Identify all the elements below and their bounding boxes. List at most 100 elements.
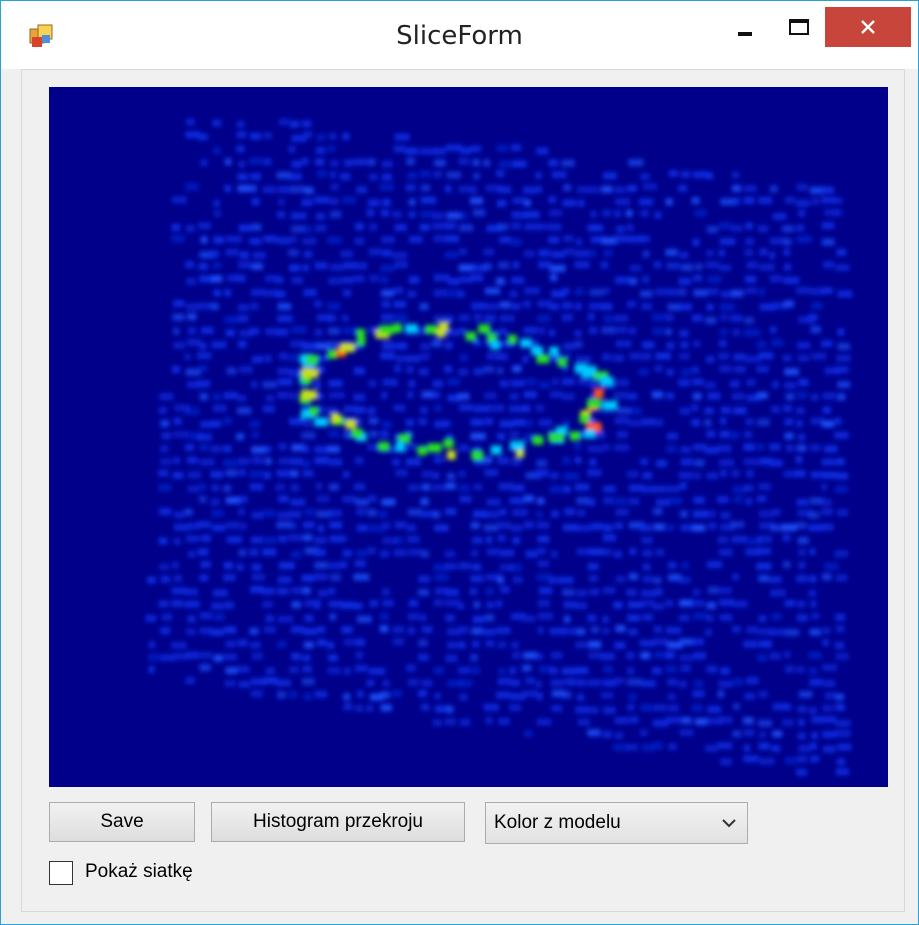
slice-voxel	[835, 574, 848, 582]
slice-voxel	[704, 446, 719, 454]
slice-voxel	[785, 393, 794, 401]
slice-image[interactable]	[49, 87, 888, 787]
slice-voxel	[613, 743, 628, 751]
slice-voxel	[536, 459, 548, 467]
show-grid-checkbox[interactable]	[49, 861, 73, 885]
slice-voxel	[238, 549, 247, 557]
slice-voxel	[263, 158, 272, 166]
slice-voxel	[160, 419, 170, 427]
slice-voxel-hot	[330, 413, 341, 423]
slice-voxel-hot	[305, 355, 319, 365]
slice-voxel	[291, 326, 307, 334]
slice-voxel	[564, 248, 575, 256]
slice-voxel	[249, 627, 259, 635]
slice-voxel	[445, 482, 456, 490]
slice-voxel	[603, 172, 617, 180]
title-bar[interactable]: SliceForm	[1, 1, 918, 69]
slice-voxel-hot	[378, 441, 390, 451]
slice-voxel	[433, 391, 441, 399]
slice-voxel	[512, 261, 520, 269]
slice-voxel	[561, 313, 573, 321]
maximize-button[interactable]	[779, 7, 819, 47]
slice-voxel	[615, 575, 626, 583]
slice-voxel	[538, 587, 553, 595]
slice-voxel	[498, 641, 507, 649]
slice-voxel	[720, 667, 730, 675]
save-button[interactable]: Save	[49, 802, 195, 842]
close-button[interactable]	[825, 7, 911, 47]
slice-voxel	[291, 160, 302, 168]
slice-voxel	[743, 717, 754, 725]
slice-voxel	[237, 315, 249, 323]
slice-voxel	[434, 147, 446, 155]
slice-voxel	[485, 614, 495, 622]
slice-voxel	[407, 627, 416, 635]
slice-voxel	[587, 469, 602, 477]
slice-voxel	[314, 457, 329, 465]
slice-voxel	[302, 459, 311, 467]
slice-voxel-hot	[301, 390, 317, 400]
color-mode-select[interactable]: Kolor z modelu	[485, 802, 748, 844]
slice-voxel	[782, 523, 797, 531]
slice-voxel	[483, 703, 499, 711]
slice-voxel	[433, 274, 450, 282]
slice-voxel	[354, 560, 366, 568]
slice-voxel	[276, 587, 289, 595]
slice-voxel	[745, 275, 757, 283]
histogram-button[interactable]: Histogram przekroju	[211, 802, 465, 842]
slice-voxel	[652, 313, 668, 321]
slice-voxel	[589, 288, 604, 296]
slice-voxel	[798, 209, 806, 217]
slice-voxel	[198, 263, 208, 271]
slice-voxel	[421, 184, 430, 192]
slice-voxel	[745, 677, 759, 685]
slice-voxel	[289, 264, 301, 272]
slice-voxel	[603, 524, 613, 532]
slice-voxel	[614, 276, 631, 284]
slice-voxel	[614, 444, 630, 452]
slice-voxel	[382, 679, 390, 687]
slice-voxel	[756, 562, 772, 570]
slice-voxel	[471, 627, 483, 635]
slice-voxel	[158, 537, 168, 545]
slice-voxel	[328, 379, 343, 387]
slice-voxel	[147, 576, 157, 584]
slice-voxel	[496, 170, 505, 178]
slice-voxel	[171, 599, 183, 607]
slice-voxel	[340, 173, 351, 181]
slice-voxel	[368, 158, 376, 166]
slice-voxel	[525, 550, 538, 558]
slice-voxel	[563, 235, 574, 243]
slice-voxel	[653, 625, 663, 633]
slice-voxel	[380, 352, 395, 360]
slice-voxel	[770, 589, 786, 597]
slice-voxel	[535, 469, 549, 477]
slice-voxel	[275, 483, 286, 491]
slice-voxel	[251, 456, 263, 464]
minimize-button[interactable]	[725, 7, 765, 47]
slice-voxel	[184, 407, 200, 415]
slice-voxel	[577, 679, 586, 687]
slice-voxel	[641, 744, 655, 752]
slice-voxel	[483, 263, 493, 271]
slice-voxel	[407, 535, 420, 543]
slice-voxel	[771, 613, 782, 621]
slice-voxel	[499, 380, 509, 388]
slice-voxel	[783, 561, 791, 569]
slice-voxel	[187, 339, 201, 347]
slice-voxel	[356, 508, 366, 516]
slice-voxel	[341, 626, 353, 634]
slice-voxel	[679, 729, 694, 737]
slice-voxel	[210, 420, 222, 428]
slice-voxel	[395, 342, 408, 350]
slice-voxel	[447, 277, 460, 285]
slice-voxel	[458, 470, 466, 478]
slice-voxel	[433, 599, 443, 607]
slice-voxel	[185, 368, 201, 376]
slice-voxel	[667, 693, 676, 701]
slice-voxel	[432, 483, 447, 491]
slice-voxel	[315, 482, 323, 490]
slice-voxel	[211, 509, 224, 517]
slice-voxel	[265, 445, 272, 453]
slice-voxel	[602, 615, 609, 623]
